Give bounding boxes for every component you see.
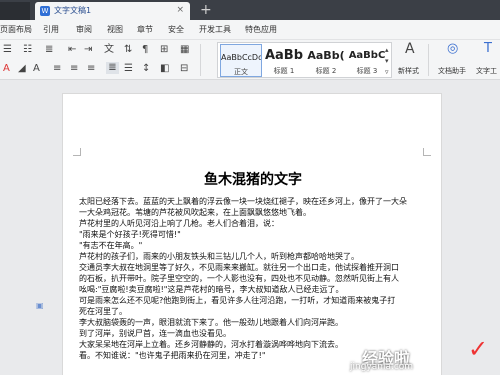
document-title: 鱼木混猪的文字 (204, 172, 302, 188)
new-tab-button[interactable]: + (200, 0, 212, 20)
style-name: 正文 (234, 68, 248, 76)
tab-label: 文字文稿1 (54, 6, 92, 15)
menu-bar: 页面布局 引用 审阅 视图 章节 安全 开发工具 特色应用 (0, 20, 500, 40)
document-assistant-label[interactable]: 文档助手 (438, 66, 466, 76)
highlight-icon[interactable]: ◢ (18, 63, 26, 75)
align-left-icon[interactable]: ≡ (53, 63, 61, 75)
justify-icon[interactable]: ≣ (106, 62, 119, 74)
paragraph-line: 死在河里了。 (79, 307, 127, 316)
gallery-more-icon[interactable]: ▿ (385, 66, 389, 78)
character-shading-icon[interactable]: A (33, 63, 40, 75)
paragraph-line: 芦花村的孩子们，雨来的小朋友铁头和三钻儿几个人，听到枪声都哈哈地哭了。 (79, 252, 359, 261)
paragraph-line: 交通员李大叔在地洞里等了好久，不见雨来来搬缸。就往另一个出口走，他试探着推开洞口 (79, 263, 399, 272)
distributed-align-icon[interactable]: ☰ (124, 63, 133, 75)
sort-icon[interactable]: ⇅ (124, 44, 132, 56)
bullet-list-icon[interactable]: ☰ (3, 44, 12, 56)
paragraph-line: 可是雨来怎么还不见呢?他跑到街上，看见许多人往河沿跑，一打听，才知道雨来被鬼子打 (79, 296, 396, 305)
decrease-indent-icon[interactable]: ⇤ (68, 44, 76, 56)
line-spacing-icon[interactable]: ↕ (142, 63, 150, 75)
paragraph-line: 太阳已经落下去。蓝蓝的天上飘着的浮云像一块一块烧红褪子，映在还乡河上，像开了一大… (79, 197, 407, 206)
new-style-icon[interactable]: A (405, 42, 415, 56)
ribbon-divider (428, 44, 429, 76)
menu-security[interactable]: 安全 (168, 24, 184, 35)
crop-mark (73, 148, 81, 156)
paragraph-shading-icon[interactable]: ◧ (160, 63, 169, 75)
new-style-label[interactable]: 新样式 (398, 66, 419, 76)
chinese-layout-icon[interactable]: 文 (104, 44, 114, 56)
line-numbers-icon[interactable]: ⊞ (160, 44, 168, 56)
ribbon-toolbar: ☰ ☷ ≣ ⇤ ⇥ 文 ⇅ ¶ ⊞ ▦ A ◢ A ≡ ≡ ≡ ≣ ☰ ↕ ◧ … (0, 40, 500, 80)
paragraph-line: 吆喝:"豆腐啦!卖豆腐啦!"这是芦花村的暗号，李大叔知道敌人已经走远了。 (79, 285, 344, 294)
menu-developer[interactable]: 开发工具 (199, 24, 231, 35)
ribbon-divider (200, 44, 201, 76)
paragraph-line: "有志不在年高。" (79, 241, 143, 250)
font-color-icon[interactable]: A (3, 63, 10, 75)
align-center-icon[interactable]: ≡ (70, 63, 78, 75)
show-marks-icon[interactable]: ¶ (142, 44, 148, 56)
watermark-url: jingyanla.com (350, 362, 414, 372)
paragraph-line: "雨来是个好孩子!死得可惜!" (79, 230, 181, 239)
paragraph-line: 到了河岸，别说尸首，连一滴血也没看见。 (79, 329, 231, 338)
menu-page-layout[interactable]: 页面布局 (0, 24, 32, 35)
style-sample: AaBb (264, 48, 304, 63)
document-page[interactable]: 鱼木混猪的文字 太阳已经落下去。蓝蓝的天上飘着的浮云像一块一块烧红褪子，映在还乡… (62, 93, 442, 375)
style-normal[interactable]: AaBbCcDd 正文 (220, 44, 262, 77)
menu-view[interactable]: 视图 (107, 24, 123, 35)
document-assistant-icon[interactable]: ◎ (447, 42, 458, 55)
text-tools-icon[interactable]: T (484, 42, 492, 55)
table-icon[interactable]: ▦ (180, 44, 189, 56)
menu-chapter[interactable]: 章节 (137, 24, 153, 35)
style-name: 标题 2 (315, 67, 337, 75)
borders-icon[interactable]: ⊟ (180, 63, 188, 75)
checkmark-icon: ✓ (468, 335, 489, 363)
paragraph-layout-icon[interactable]: ▣ (36, 301, 45, 310)
menu-features[interactable]: 特色应用 (245, 24, 277, 35)
style-sample: AaBb( (307, 49, 345, 62)
document-workspace: 鱼木混猪的文字 太阳已经落下去。蓝蓝的天上飘着的浮云像一块一块烧红褪子，映在还乡… (0, 81, 500, 375)
title-bar: W 文字文稿1 × + (0, 0, 500, 20)
style-sample: AaBbC (348, 50, 386, 61)
numbered-list-icon[interactable]: ☷ (23, 44, 32, 56)
paragraph-line: 李大叔脑袋轰的一声，眼泪就流下来了。他一般劲儿地跟着人们向河岸跑。 (79, 318, 343, 327)
style-heading-3[interactable]: AaBbC 标题 3 (348, 44, 386, 77)
previous-tab[interactable] (0, 2, 30, 20)
document-icon: W (40, 6, 50, 16)
style-gallery: AaBbCcDd 正文 AaBb 标题 1 AaBb( 标题 2 AaBbC 标… (217, 42, 392, 78)
style-sample: AaBbCcDd (221, 53, 261, 62)
align-right-icon[interactable]: ≡ (87, 63, 95, 75)
increase-indent-icon[interactable]: ⇥ (84, 44, 92, 56)
style-heading-1[interactable]: AaBb 标题 1 (264, 44, 304, 77)
tab-document[interactable]: W 文字文稿1 × (35, 2, 190, 20)
paragraph-line: 芦花村里的人听见河沿上响了几枪。老人们合着泪，说： (79, 219, 279, 228)
menu-review[interactable]: 审阅 (76, 24, 92, 35)
style-name: 标题 3 (356, 67, 378, 75)
close-tab-icon[interactable]: × (176, 5, 184, 15)
outline-list-icon[interactable]: ≣ (45, 44, 53, 56)
style-name: 标题 1 (273, 67, 295, 75)
paragraph-line: 一大朵鸡冠花。苇塘的芦花被风吹起来，在上面飘飘悠悠地飞着。 (79, 208, 311, 217)
style-heading-2[interactable]: AaBb( 标题 2 (306, 44, 346, 77)
menu-references[interactable]: 引用 (43, 24, 59, 35)
crop-mark (423, 148, 431, 156)
paragraph-line: 的石板，扒开带叶。院子里空空的，一个人影也没有，四处也不见动静。忽然听见街上有人 (79, 274, 399, 283)
text-tools-label[interactable]: 文字工 (476, 66, 497, 76)
